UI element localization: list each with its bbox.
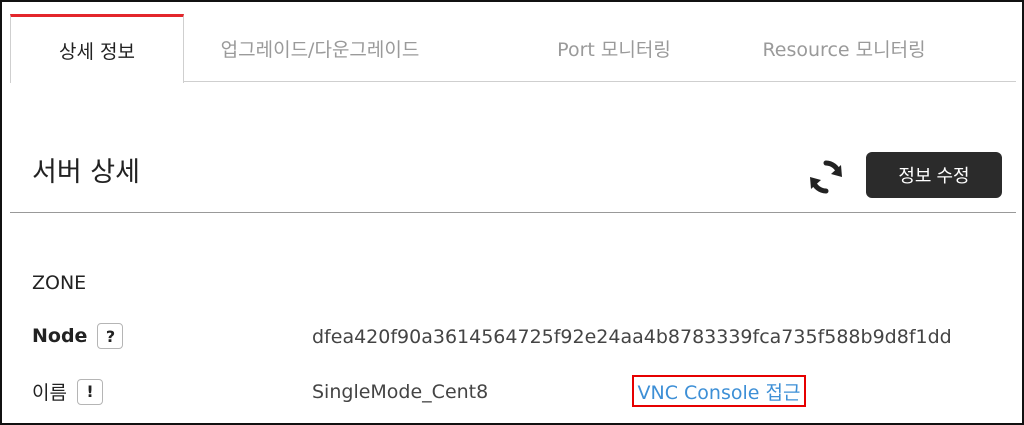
page-title: 서버 상세 (32, 157, 140, 188)
node-value: dfea420f90a3614564725f92e24aa4b8783339fc… (312, 326, 952, 348)
tab-upgrade-downgrade[interactable]: 업그레이드/다운그레이드 (186, 14, 454, 82)
header-divider (10, 212, 1016, 213)
node-label: Node (32, 325, 88, 347)
name-value: SingleMode_Cent8 (312, 381, 489, 403)
name-info-button[interactable]: ! (76, 378, 103, 405)
name-label: 이름 (32, 382, 67, 404)
tab-port-monitoring[interactable]: Port 모니터링 (480, 14, 748, 82)
zone-label: ZONE (32, 272, 87, 294)
tab-detail-info[interactable]: 상세 정보 (10, 14, 184, 83)
node-row-label: Node ? (32, 323, 124, 349)
name-row-label: 이름 ! (32, 378, 103, 405)
refresh-icon[interactable] (806, 157, 846, 197)
edit-info-button[interactable]: 정보 수정 (866, 152, 1002, 198)
tab-resource-monitoring[interactable]: Resource 모니터링 (710, 14, 978, 82)
node-help-button[interactable]: ? (97, 323, 124, 349)
tab-bar: 상세 정보 업그레이드/다운그레이드 Port 모니터링 Resource 모니… (10, 14, 1016, 83)
vnc-console-link[interactable]: VNC Console 접근 (632, 375, 806, 407)
